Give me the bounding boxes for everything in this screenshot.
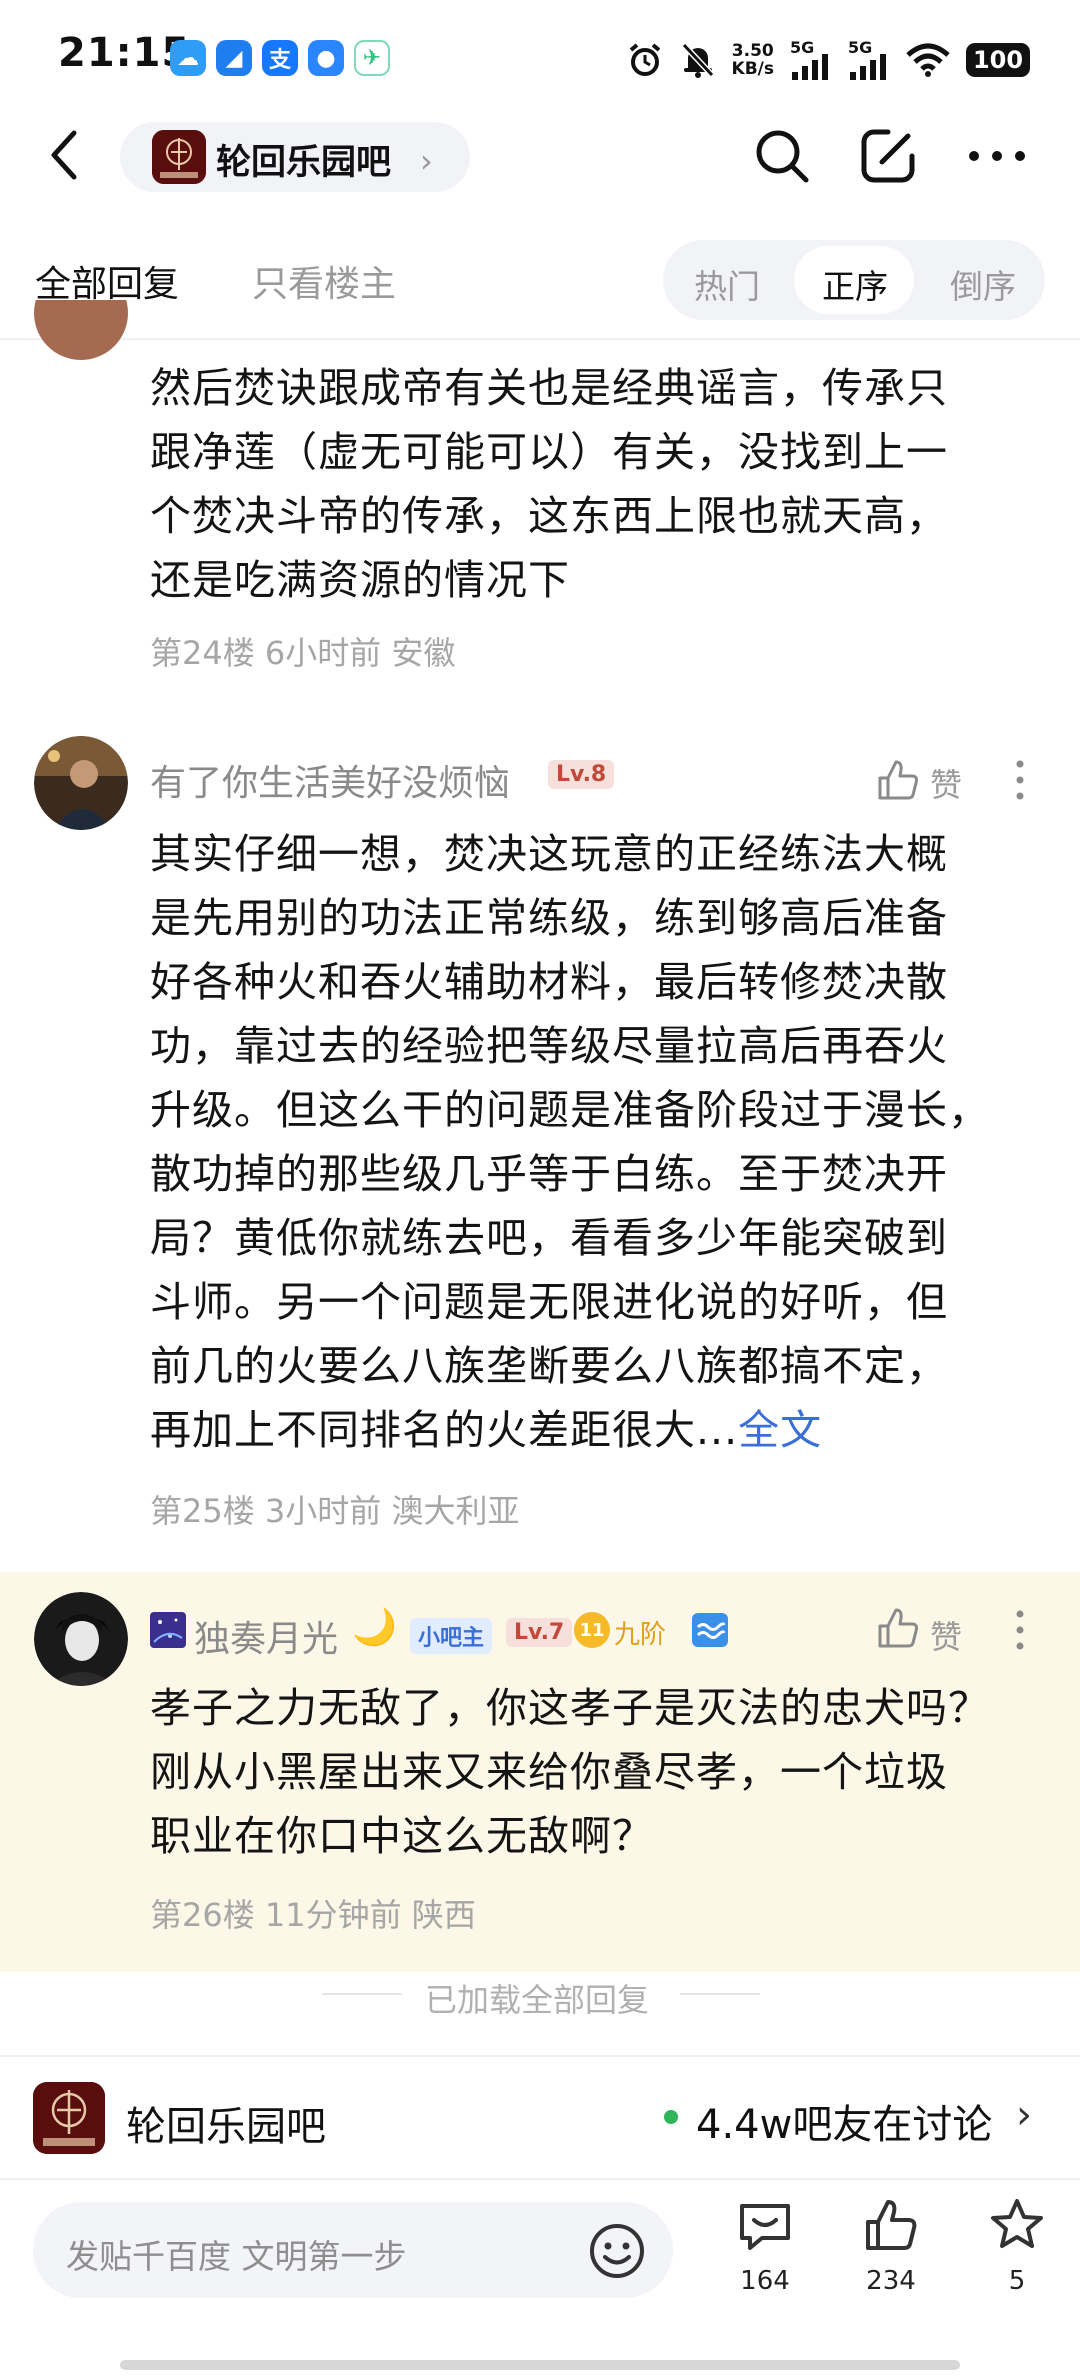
online-users-text[interactable]: 4.4w吧友在讨论 xyxy=(696,2092,992,2150)
thumbs-up-icon[interactable] xyxy=(874,756,922,804)
more-vertical-icon[interactable] xyxy=(1014,756,1026,804)
cloud-app-icon: ☁ xyxy=(170,40,206,76)
sort-ascending-option[interactable]: 正序 xyxy=(822,260,888,308)
back-arrow-icon[interactable] xyxy=(40,125,90,185)
thumbs-up-icon[interactable] xyxy=(874,1604,922,1652)
level-badge: Lv.8 xyxy=(548,760,615,789)
edit-post-icon[interactable] xyxy=(858,126,918,186)
floor-number: 第26楼 xyxy=(150,1896,255,1934)
mute-bell-icon xyxy=(681,42,714,78)
comment-icon[interactable] xyxy=(736,2196,794,2254)
robot-app-icon: ● xyxy=(308,40,344,76)
divider xyxy=(0,2178,1080,2180)
alarm-icon xyxy=(629,43,660,76)
forum-name-link[interactable]: 轮回乐园吧 xyxy=(126,2094,326,2152)
forum-avatar-icon[interactable] xyxy=(33,2082,105,2154)
post-location: 陕西 xyxy=(411,1896,476,1934)
emoji-icon[interactable] xyxy=(588,2222,646,2280)
online-status-dot xyxy=(664,2110,678,2124)
star-favorite-icon[interactable] xyxy=(988,2196,1046,2254)
post-location: 安徽 xyxy=(391,634,456,672)
username[interactable]: 独奏月光 xyxy=(194,1610,338,1662)
starry-sky-icon xyxy=(150,1612,186,1648)
avatar[interactable] xyxy=(34,1592,128,1686)
rank-medal-icon: 11 xyxy=(574,1612,610,1648)
network-speed: 3.50 KB/s xyxy=(731,41,774,79)
battery-indicator: 100 xyxy=(966,43,1030,77)
avatar[interactable] xyxy=(34,300,128,360)
floor-number: 第24楼 xyxy=(150,634,255,672)
alipay-app-icon: 支 xyxy=(262,40,298,76)
feishu-app-icon: ✈ xyxy=(354,40,390,76)
comments-count: 164 xyxy=(740,2266,790,2296)
likes-count: 234 xyxy=(866,2266,916,2296)
search-icon[interactable] xyxy=(752,126,812,186)
post-meta: 第26楼 11分钟前 陕西 xyxy=(150,1890,476,1936)
tab-op-only[interactable]: 只看楼主 xyxy=(252,255,396,307)
chevron-right-icon[interactable]: › xyxy=(1016,2092,1032,2138)
like-label[interactable]: 赞 xyxy=(930,760,962,806)
post-meta: 第25楼 3小时前 澳大利亚 xyxy=(150,1486,519,1532)
all-replies-loaded-text: 已加载全部回复 xyxy=(425,1981,650,2019)
status-indicators: 3.50 KB/s 5G 5G 100 xyxy=(626,36,1030,84)
post-location: 澳大利亚 xyxy=(391,1492,520,1530)
wave-badge-icon xyxy=(692,1613,728,1647)
divider xyxy=(680,1993,760,1995)
wifi-icon xyxy=(906,43,950,77)
more-horizontal-icon[interactable] xyxy=(962,136,1032,176)
post-time: 11分钟前 xyxy=(264,1896,402,1934)
home-indicator[interactable] xyxy=(120,2360,960,2370)
rank-badge: 九阶 xyxy=(614,1620,667,1650)
post-time: 3小时前 xyxy=(264,1492,382,1530)
forum-title[interactable]: 轮回乐园吧 xyxy=(216,134,391,185)
forum-avatar-icon xyxy=(152,130,206,184)
divider xyxy=(322,1993,402,1995)
chevron-right-icon: › xyxy=(420,142,433,180)
floor-number: 第25楼 xyxy=(150,1492,255,1530)
post-time: 6小时前 xyxy=(264,634,382,672)
read-full-link[interactable]: 全文 xyxy=(738,1406,822,1454)
post-content: 孝子之力无敌了，你这孝子是灭法的忠犬吗？ 刚从小黑屋出来又来给你叠尽孝，一个垃圾… xyxy=(150,1684,990,1860)
crescent-moon-icon: 🌙 xyxy=(352,1607,397,1648)
browser-app-icon: ◢ xyxy=(216,40,252,76)
divider xyxy=(0,338,1080,340)
username[interactable]: 有了你生活美好没烦恼 xyxy=(150,754,510,806)
avatar[interactable] xyxy=(34,736,128,830)
post-meta: 第24楼 6小时前 安徽 xyxy=(150,628,455,674)
sort-descending-option[interactable]: 倒序 xyxy=(950,260,1016,308)
thumbs-up-icon[interactable] xyxy=(862,2196,920,2254)
reply-input-placeholder[interactable]: 发贴千百度 文明第一步 xyxy=(66,2230,407,2278)
signal-strength-2-icon: 5G xyxy=(848,38,890,80)
like-label[interactable]: 赞 xyxy=(930,1612,962,1658)
post-content: 其实仔细一想，焚决这玩意的正经练法大概 是先用别的功法正常练级，练到够高后准备 … xyxy=(150,830,990,1454)
more-vertical-icon[interactable] xyxy=(1014,1606,1026,1654)
favorites-count: 5 xyxy=(1008,2266,1026,2296)
level-badge: Lv.7 xyxy=(506,1618,573,1647)
post-content: 然后焚诀跟成帝有关也是经典谣言，传承只 跟净莲（虚无可能可以）有关，没找到上一 … xyxy=(150,364,948,604)
status-bar: 21:15 ☁ ◢ 支 ● ✈ 3.50 KB/s 5G 5G 100 xyxy=(0,0,1080,120)
signal-strength-1-icon: 5G xyxy=(790,38,832,80)
sort-hot-option[interactable]: 热门 xyxy=(694,260,760,308)
role-badge: 小吧主 xyxy=(410,1618,493,1654)
